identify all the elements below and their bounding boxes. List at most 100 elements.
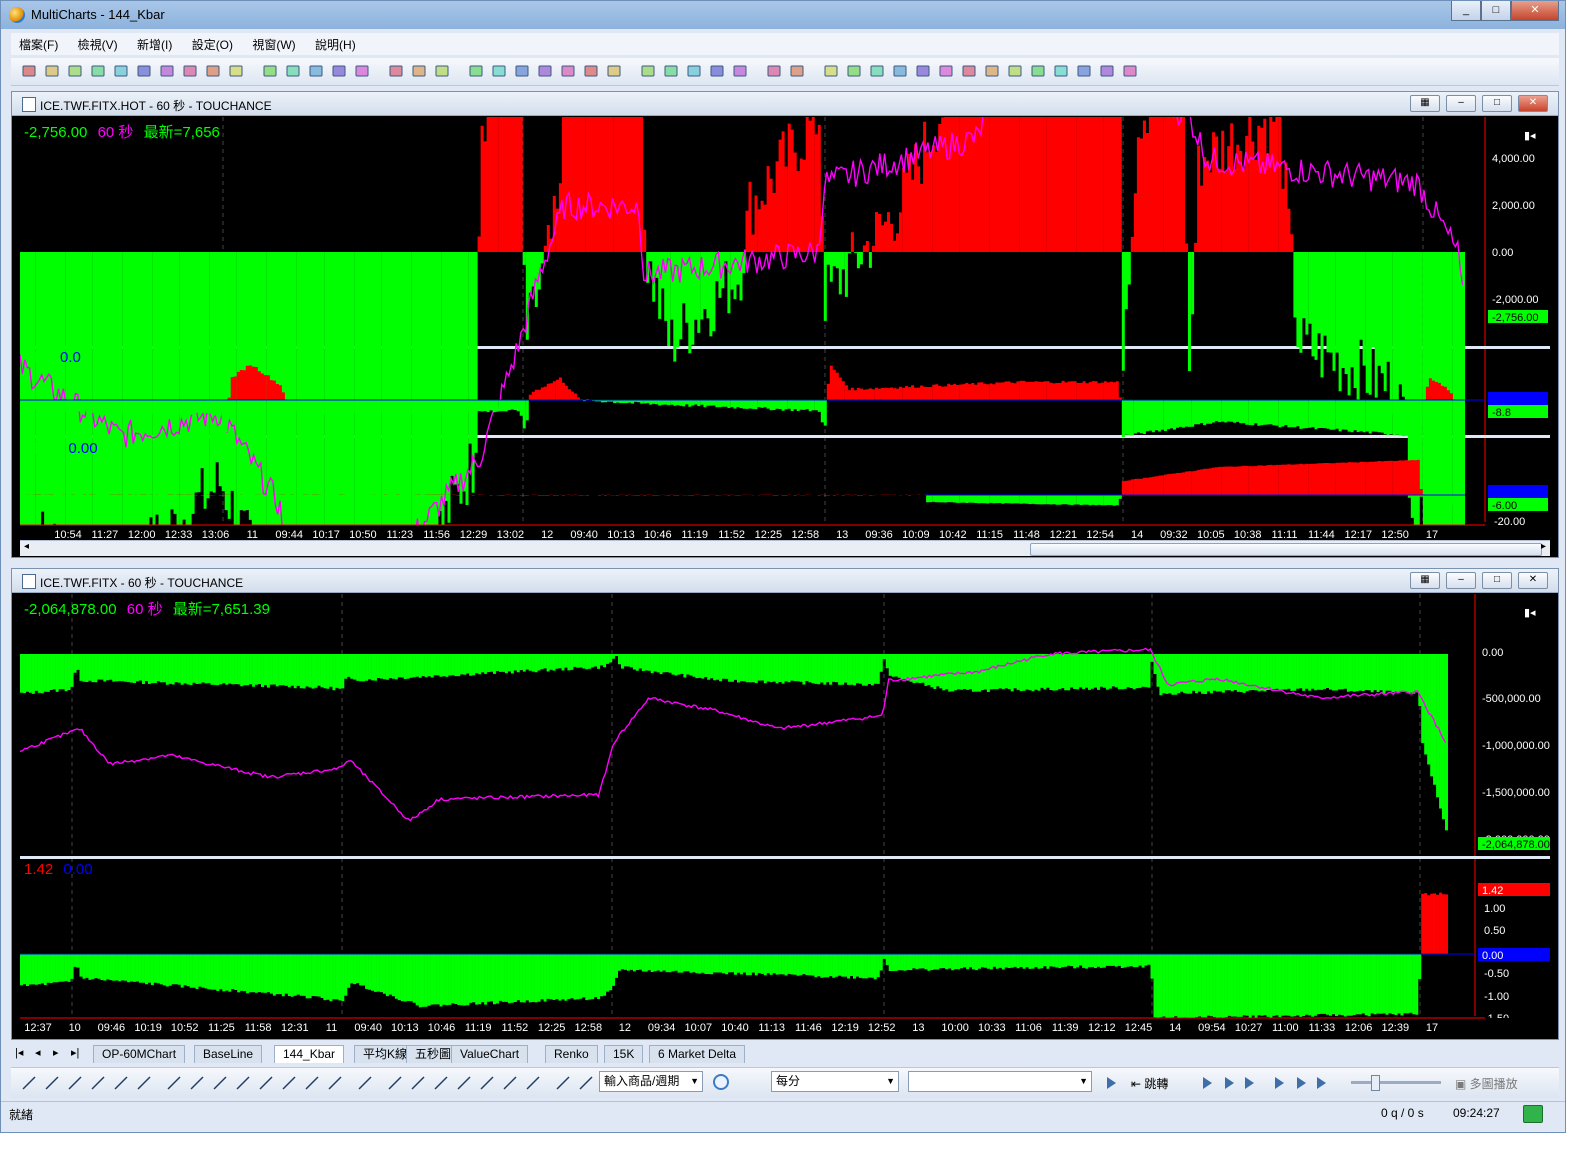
shift-left-icon[interactable] <box>984 63 1000 79</box>
resolution-dropdown-icon[interactable]: ▼ <box>886 1072 895 1091</box>
tab-next-icon[interactable]: ▸ <box>53 1046 59 1059</box>
chart2-maximize-button[interactable]: □ <box>1482 572 1512 589</box>
up-icon[interactable] <box>892 63 908 79</box>
tab-prev-icon[interactable]: ◂ <box>35 1046 41 1059</box>
panel-icon[interactable] <box>732 63 748 79</box>
chart2-settings-button[interactable]: ▦ <box>1410 572 1440 589</box>
chart2-close-button[interactable]: ✕ <box>1518 572 1548 589</box>
cursor-icon[interactable] <box>606 63 622 79</box>
paste-icon[interactable] <box>136 63 152 79</box>
gann-icon[interactable] <box>235 1075 251 1091</box>
hourglass-icon[interactable] <box>846 63 862 79</box>
scroll-thumb[interactable] <box>1030 543 1542 556</box>
chart2-minimize-button[interactable]: – <box>1446 572 1476 589</box>
new-icon[interactable] <box>21 63 37 79</box>
trendline-icon[interactable] <box>21 1075 37 1091</box>
zoom-in-icon[interactable] <box>1030 63 1046 79</box>
scroll-right-icon[interactable]: ▸ <box>1541 541 1546 552</box>
arrow-up-icon[interactable] <box>525 1075 541 1091</box>
right-icon[interactable] <box>961 63 977 79</box>
close-button[interactable]: ✕ <box>1511 1 1559 21</box>
slider-handle[interactable] <box>1371 1075 1380 1091</box>
andrews-icon[interactable] <box>304 1075 320 1091</box>
fib-arc-icon[interactable] <box>189 1075 205 1091</box>
workspace-tab-2[interactable]: 144_Kbar <box>274 1045 345 1063</box>
chart-close-button[interactable]: ✕ <box>1518 95 1548 112</box>
maximize-button[interactable]: □ <box>1481 1 1511 21</box>
magnet-icon[interactable] <box>555 1075 571 1091</box>
settings-icon[interactable] <box>1122 63 1138 79</box>
workspace-tab-0[interactable]: OP-60MChart <box>93 1045 186 1063</box>
open-icon[interactable] <box>44 63 60 79</box>
format-icon[interactable] <box>159 63 175 79</box>
fib-icon[interactable] <box>136 1075 152 1091</box>
chart-canvas-1[interactable]: 4,000.00 2,000.00 0.00 -2,000.00 -2,756.00 ▮◂… <box>20 117 1550 540</box>
line-icon[interactable] <box>491 63 507 79</box>
speed-line-icon[interactable] <box>258 1075 274 1091</box>
workspace-tab-5[interactable]: ValueChart <box>451 1045 529 1063</box>
chart-settings-button[interactable]: ▦ <box>1410 95 1440 112</box>
scroll-left-icon[interactable]: ◂ <box>24 541 29 552</box>
cycle-icon[interactable] <box>281 1075 297 1091</box>
play-icon[interactable] <box>1243 1076 1255 1090</box>
rectangle-icon[interactable] <box>433 1075 449 1091</box>
menu-view[interactable]: 檢視(V) <box>70 33 126 56</box>
print-icon[interactable] <box>90 63 106 79</box>
bar-icon[interactable] <box>434 63 450 79</box>
step-back-menu-icon[interactable] <box>1223 1076 1235 1090</box>
drawing-icon[interactable] <box>388 63 404 79</box>
step-forward-menu-icon[interactable] <box>1295 1076 1307 1090</box>
split-icon[interactable] <box>766 63 782 79</box>
zoom-out-box-icon[interactable] <box>709 63 725 79</box>
step-back-icon[interactable] <box>1201 1076 1213 1090</box>
replay-icon[interactable] <box>1099 63 1115 79</box>
hlc-icon[interactable] <box>560 63 576 79</box>
next-bar-icon[interactable] <box>823 63 839 79</box>
chart-minimize-button[interactable]: – <box>1446 95 1476 112</box>
ray-icon[interactable] <box>113 1075 129 1091</box>
date-input[interactable]: ▼ <box>908 1071 1092 1092</box>
fib-fan-icon[interactable] <box>166 1075 182 1091</box>
text-list-icon[interactable] <box>387 1075 403 1091</box>
calendar-icon[interactable] <box>1105 1076 1117 1090</box>
menu-file[interactable]: 檔案(F) <box>11 33 66 56</box>
date-dropdown-icon[interactable]: ▼ <box>1079 1072 1088 1091</box>
dot-icon[interactable] <box>583 63 599 79</box>
clock-icon[interactable] <box>713 1074 729 1090</box>
playback-speed-slider[interactable] <box>1351 1075 1441 1091</box>
text-icon[interactable] <box>410 1075 426 1091</box>
menu-help[interactable]: 說明(H) <box>307 33 364 56</box>
ellipse-icon[interactable] <box>456 1075 472 1091</box>
channel-icon[interactable] <box>90 1075 106 1091</box>
crosshair-icon[interactable] <box>640 63 656 79</box>
minimize-button[interactable]: _ <box>1451 1 1481 21</box>
zoom-in-box-icon[interactable] <box>686 63 702 79</box>
refresh-icon[interactable] <box>1076 63 1092 79</box>
signal-icon[interactable] <box>308 63 324 79</box>
report-icon[interactable] <box>228 63 244 79</box>
chart-canvas-2[interactable]: 0.00 -500,000.00 -1,000,000.00 -1,500,000.0… <box>20 594 1550 1034</box>
grid-icon[interactable] <box>357 1075 373 1091</box>
arc-icon[interactable] <box>479 1075 495 1091</box>
zoom-out-icon[interactable] <box>1053 63 1069 79</box>
up-down-icon[interactable] <box>869 63 885 79</box>
volume-icon[interactable] <box>514 63 530 79</box>
jump-button[interactable]: ⇤ 跳轉 <box>1131 1075 1168 1092</box>
left-icon[interactable] <box>938 63 954 79</box>
workspace-tab-1[interactable]: BaseLine <box>194 1045 263 1063</box>
candle-icon[interactable] <box>468 63 484 79</box>
workspace-tab-8[interactable]: 6 Market Delta <box>649 1045 746 1063</box>
arrow-down-icon[interactable] <box>502 1075 518 1091</box>
shift-right-icon[interactable] <box>1007 63 1023 79</box>
pen-icon[interactable] <box>354 63 370 79</box>
strategy-icon[interactable] <box>285 63 301 79</box>
resolution-select[interactable]: 每分 ▼ <box>771 1071 899 1092</box>
import-icon[interactable] <box>205 63 221 79</box>
zoom-box-icon[interactable] <box>663 63 679 79</box>
symbol-dropdown-icon[interactable]: ▼ <box>690 1072 699 1091</box>
vertical-line-icon[interactable] <box>67 1075 83 1091</box>
menu-window[interactable]: 視窗(W) <box>244 33 303 56</box>
menu-settings[interactable]: 設定(O) <box>184 33 241 56</box>
menu-insert[interactable]: 新增(I) <box>129 33 180 56</box>
last-bar-icon[interactable] <box>1315 1076 1327 1090</box>
